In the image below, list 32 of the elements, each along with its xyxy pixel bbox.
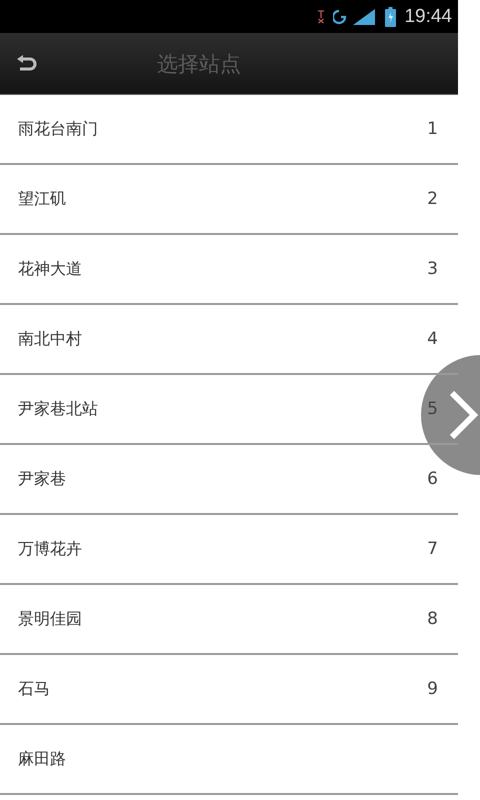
station-row[interactable]: 万博花卉 7: [0, 515, 458, 585]
signal-icon: [333, 8, 378, 26]
station-name: 麻田路: [18, 748, 66, 770]
station-name: 尹家巷: [18, 468, 66, 490]
chevron-right-icon: [449, 390, 479, 440]
station-name: 石马: [18, 678, 50, 700]
station-number: 8: [427, 609, 438, 629]
station-row[interactable]: 麻田路: [0, 725, 458, 795]
station-row[interactable]: 石马 9: [0, 655, 458, 725]
station-number: 2: [427, 189, 438, 209]
station-number: 6: [427, 469, 438, 489]
station-name: 景明佳园: [18, 608, 82, 630]
station-name: 花神大道: [18, 258, 82, 280]
station-row[interactable]: 雨花台南门 1: [0, 95, 458, 165]
station-name: 万博花卉: [18, 538, 82, 560]
station-number: 7: [427, 539, 438, 559]
station-number: 3: [427, 259, 438, 279]
station-number: 5: [427, 399, 438, 419]
station-row[interactable]: 景明佳园 8: [0, 585, 458, 655]
station-row[interactable]: 花神大道 3: [0, 235, 458, 305]
back-arrow-icon: [16, 54, 38, 72]
station-number: 1: [427, 119, 438, 139]
station-name: 望江矶: [18, 188, 66, 210]
station-name: 尹家巷北站: [18, 398, 98, 420]
station-name: 雨花台南门: [18, 118, 98, 140]
station-number: 4: [427, 329, 438, 349]
clock-time: 19:44: [404, 6, 452, 28]
station-name: 南北中村: [18, 328, 82, 350]
station-row[interactable]: 望江矶 2: [0, 165, 458, 235]
station-number: 9: [427, 679, 438, 699]
page-title: 选择站点: [157, 50, 241, 78]
battery-icon: [385, 6, 396, 26]
